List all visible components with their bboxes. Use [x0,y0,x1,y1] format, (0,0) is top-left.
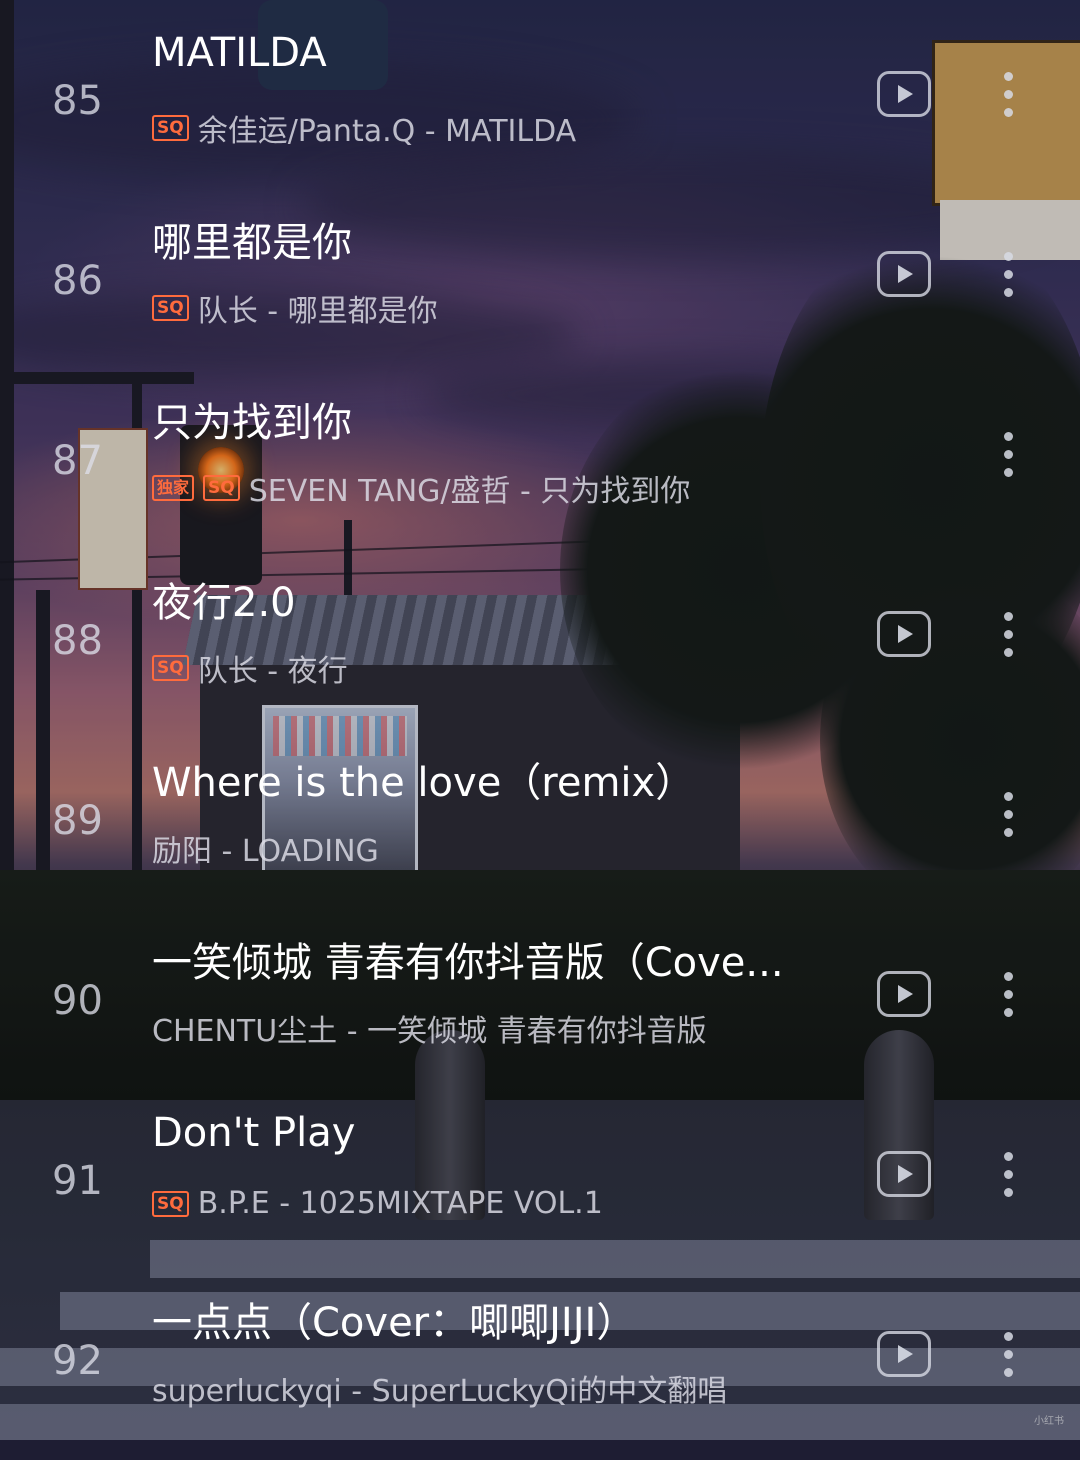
play-icon[interactable] [877,251,931,297]
track-number: 86 [52,258,103,304]
sq-quality-badge: SQ [152,295,189,321]
song-title: 哪里都是你 [152,220,352,266]
track-number: 89 [52,798,103,844]
more-vertical-icon[interactable] [998,792,1018,848]
song-row[interactable]: 91 Don't Play SQ B.P.E - 1025MIXTAPE VOL.1 [0,1100,1080,1280]
more-vertical-icon[interactable] [998,1152,1018,1208]
song-row[interactable]: 90 一笑倾城 青春有你抖音版（Cove... CHENTU尘土 - 一笑倾城 青春… [0,920,1080,1100]
song-subtitle: SQ 队长 - 哪里都是你 [152,286,438,330]
exclusive-badge: 独家 [152,475,195,501]
track-number: 92 [52,1338,103,1384]
song-list: 85 MATILDA SQ 余佳运/Panta.Q - MATILDA 86 哪里都是你 S… [0,0,1080,1440]
song-subtitle: SQ 余佳运/Panta.Q - MATILDA [152,106,576,150]
song-title: Don't Play [152,1110,356,1156]
track-number: 91 [52,1158,103,1204]
song-title: Where is the love（remix） [152,760,696,806]
song-title: MATILDA [152,30,327,76]
track-number: 87 [52,438,103,484]
more-vertical-icon[interactable] [998,1332,1018,1388]
artist-album-text: superluckyqi - SuperLuckyQi的中文翻唱 [152,1374,728,1409]
track-number: 85 [52,78,103,124]
song-row[interactable]: 86 哪里都是你 SQ 队长 - 哪里都是你 [0,200,1080,380]
more-vertical-icon[interactable] [998,972,1018,1028]
artist-album-text: 队长 - 夜行 [197,654,348,689]
artist-album-text: 励阳 - LOADING [152,834,379,869]
more-vertical-icon[interactable] [998,72,1018,128]
sq-quality-badge: SQ [152,655,189,681]
song-title: 一点点（Cover：唧唧JIJI） [152,1300,637,1346]
artist-album-text: CHENTU尘土 - 一笑倾城 青春有你抖音版 [152,1014,707,1049]
artist-album-text: 队长 - 哪里都是你 [197,294,438,329]
play-icon[interactable] [877,1151,931,1197]
sq-quality-badge: SQ [152,115,189,141]
song-row[interactable]: 85 MATILDA SQ 余佳运/Panta.Q - MATILDA [0,20,1080,200]
song-title: 一笑倾城 青春有你抖音版（Cove... [152,940,784,986]
sq-quality-badge: SQ [152,1190,189,1217]
song-title: 只为找到你 [152,400,352,446]
play-icon[interactable] [877,1331,931,1377]
play-icon[interactable] [877,611,931,657]
artist-album-text: B.P.E - 1025MIXTAPE VOL.1 [197,1186,603,1221]
song-row[interactable]: 89 Where is the love（remix） 励阳 - LOADING [0,740,1080,920]
track-number: 90 [52,978,103,1024]
artist-album-text: SEVEN TANG/盛哲 - 只为找到你 [248,474,691,509]
play-icon[interactable] [877,971,931,1017]
song-title: 夜行2.0 [152,580,296,626]
song-subtitle: 独家 SQ SEVEN TANG/盛哲 - 只为找到你 [152,466,690,510]
song-subtitle: SQ 队长 - 夜行 [152,646,348,690]
song-row[interactable]: 87 只为找到你独家 SQ SEVEN TANG/盛哲 - 只为找到你 [0,380,1080,560]
track-number: 88 [52,618,103,664]
sq-quality-badge: SQ [203,475,240,501]
more-vertical-icon[interactable] [998,612,1018,668]
song-subtitle: CHENTU尘土 - 一笑倾城 青春有你抖音版 [152,1006,707,1050]
song-subtitle: 励阳 - LOADING [152,826,379,870]
artist-album-text: 余佳运/Panta.Q - MATILDA [197,114,577,149]
song-row[interactable]: 88 夜行2.0 SQ 队长 - 夜行 [0,560,1080,740]
song-subtitle: superluckyqi - SuperLuckyQi的中文翻唱 [152,1366,727,1410]
more-vertical-icon[interactable] [998,432,1018,488]
watermark: 小红书 [1034,1416,1064,1427]
song-row[interactable]: 92 一点点（Cover：唧唧JIJI） superluckyqi - SuperL… [0,1280,1080,1460]
play-icon[interactable] [877,71,931,117]
more-vertical-icon[interactable] [998,252,1018,308]
song-subtitle: SQ B.P.E - 1025MIXTAPE VOL.1 [152,1186,603,1221]
